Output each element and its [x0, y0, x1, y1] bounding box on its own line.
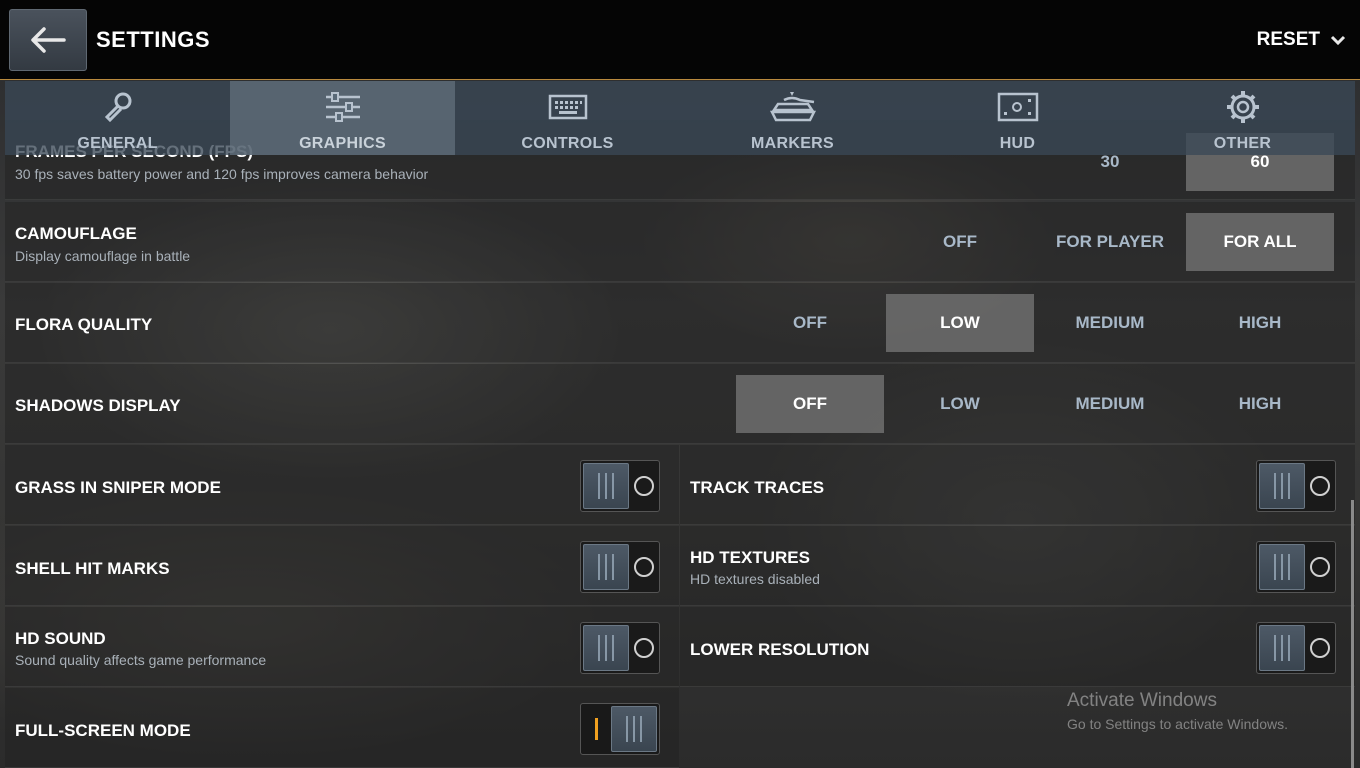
- shadows-display-setting-row: SHADOWS DISPLAY OFF LOW MEDIUM HIGH: [5, 364, 1355, 444]
- toggle-knob: [583, 544, 629, 590]
- track-traces-toggle[interactable]: [1256, 460, 1336, 512]
- tab-label: GENERAL: [77, 135, 158, 152]
- camouflage-setting-row: CAMOUFLAGE Display camouflage in battle …: [5, 202, 1355, 282]
- grass-sniper-setting-row: GRASS IN SNIPER MODE: [5, 445, 679, 525]
- sliders-icon: [324, 91, 362, 123]
- settings-tabs: GENERAL GRAPHICS CONTROLS MARKERS HUD OT…: [5, 81, 1355, 155]
- hd-sound-label: HD SOUND: [15, 629, 106, 648]
- camouflage-option-for-all[interactable]: FOR ALL: [1186, 213, 1334, 271]
- grass-sniper-toggle[interactable]: [580, 460, 660, 512]
- hd-textures-toggle[interactable]: [1256, 541, 1336, 593]
- lower-resolution-label: LOWER RESOLUTION: [690, 640, 870, 659]
- page-title: SETTINGS: [96, 27, 211, 52]
- watermark-title: Activate Windows: [1067, 690, 1217, 711]
- hd-textures-setting-row: HD TEXTURES HD textures disabled: [680, 526, 1355, 606]
- shadows-option-medium[interactable]: MEDIUM: [1036, 375, 1184, 433]
- toggle-knob: [1259, 463, 1305, 509]
- flora-option-off[interactable]: OFF: [736, 294, 884, 352]
- tab-label: CONTROLS: [521, 135, 614, 152]
- hud-screen-icon: [997, 91, 1039, 123]
- shadows-display-label: SHADOWS DISPLAY: [15, 396, 181, 415]
- toggle-off-indicator: [634, 638, 654, 658]
- shadows-option-high[interactable]: HIGH: [1186, 375, 1334, 433]
- track-traces-label: TRACK TRACES: [690, 478, 825, 497]
- toggle-on-indicator: [595, 718, 598, 740]
- hd-sound-description: Sound quality affects game performance: [15, 652, 267, 668]
- activate-windows-watermark: Activate Windows Go to Settings to activ…: [1067, 690, 1288, 732]
- shadows-option-off[interactable]: OFF: [736, 375, 884, 433]
- tab-markers[interactable]: MARKERS: [680, 81, 905, 155]
- camouflage-option-for-player[interactable]: FOR PLAYER: [1036, 213, 1184, 271]
- toggle-off-indicator: [1310, 638, 1330, 658]
- toggle-off-indicator: [634, 476, 654, 496]
- camouflage-description: Display camouflage in battle: [15, 248, 191, 264]
- watermark-subtitle: Go to Settings to activate Windows.: [1067, 716, 1288, 732]
- hd-sound-toggle[interactable]: [580, 622, 660, 674]
- reset-label: RESET: [1256, 29, 1320, 50]
- camouflage-label: CAMOUFLAGE: [15, 224, 137, 243]
- shadows-option-low[interactable]: LOW: [886, 375, 1034, 433]
- top-bar: SETTINGS RESET: [0, 0, 1360, 80]
- toggle-knob: [1259, 544, 1305, 590]
- scrollbar[interactable]: [1351, 500, 1354, 768]
- lower-resolution-setting-row: LOWER RESOLUTION: [680, 607, 1355, 687]
- toggle-knob: [583, 463, 629, 509]
- fps-description: 30 fps saves battery power and 120 fps i…: [15, 166, 429, 182]
- tab-label: HUD: [999, 135, 1036, 152]
- tab-label: GRAPHICS: [299, 135, 386, 152]
- hd-textures-description: HD textures disabled: [690, 571, 820, 587]
- full-screen-label: FULL-SCREEN MODE: [15, 721, 191, 740]
- shell-hit-marks-label: SHELL HIT MARKS: [15, 559, 170, 578]
- toggle-knob: [583, 625, 629, 671]
- camouflage-option-off[interactable]: OFF: [886, 213, 1034, 271]
- toggle-knob: [611, 706, 657, 752]
- tab-general[interactable]: GENERAL: [5, 81, 230, 155]
- grass-sniper-label: GRASS IN SNIPER MODE: [15, 478, 221, 497]
- back-button[interactable]: [9, 9, 87, 71]
- tab-controls[interactable]: CONTROLS: [455, 81, 680, 155]
- track-traces-setting-row: TRACK TRACES: [680, 445, 1355, 525]
- wrench-icon: [101, 91, 135, 123]
- full-screen-setting-row: FULL-SCREEN MODE: [5, 688, 679, 768]
- tab-label: MARKERS: [751, 135, 834, 152]
- toggle-off-indicator: [1310, 557, 1330, 577]
- lower-resolution-toggle[interactable]: [1256, 622, 1336, 674]
- flora-option-high[interactable]: HIGH: [1186, 294, 1334, 352]
- toggle-knob: [1259, 625, 1305, 671]
- flora-option-low[interactable]: LOW: [886, 294, 1034, 352]
- tank-icon: [768, 91, 818, 123]
- tab-hud[interactable]: HUD: [905, 81, 1130, 155]
- chevron-down-icon: [1330, 35, 1346, 46]
- flora-quality-setting-row: FLORA QUALITY OFF LOW MEDIUM HIGH: [5, 283, 1355, 363]
- shell-hit-marks-toggle[interactable]: [580, 541, 660, 593]
- tab-label: OTHER: [1213, 135, 1272, 152]
- reset-dropdown[interactable]: RESET: [1257, 29, 1346, 51]
- hd-sound-setting-row: HD SOUND Sound quality affects game perf…: [5, 607, 679, 687]
- toggle-off-indicator: [1310, 476, 1330, 496]
- hd-textures-label: HD TEXTURES: [690, 548, 810, 567]
- keyboard-icon: [548, 91, 588, 123]
- full-screen-toggle[interactable]: [580, 703, 660, 755]
- arrow-left-icon: [31, 27, 66, 53]
- gear-icon: [1226, 91, 1260, 123]
- tab-other[interactable]: OTHER: [1130, 81, 1355, 155]
- flora-option-medium[interactable]: MEDIUM: [1036, 294, 1184, 352]
- shell-hit-marks-setting-row: SHELL HIT MARKS: [5, 526, 679, 606]
- toggle-off-indicator: [634, 557, 654, 577]
- tab-graphics[interactable]: GRAPHICS: [230, 81, 455, 155]
- flora-quality-label: FLORA QUALITY: [15, 315, 153, 334]
